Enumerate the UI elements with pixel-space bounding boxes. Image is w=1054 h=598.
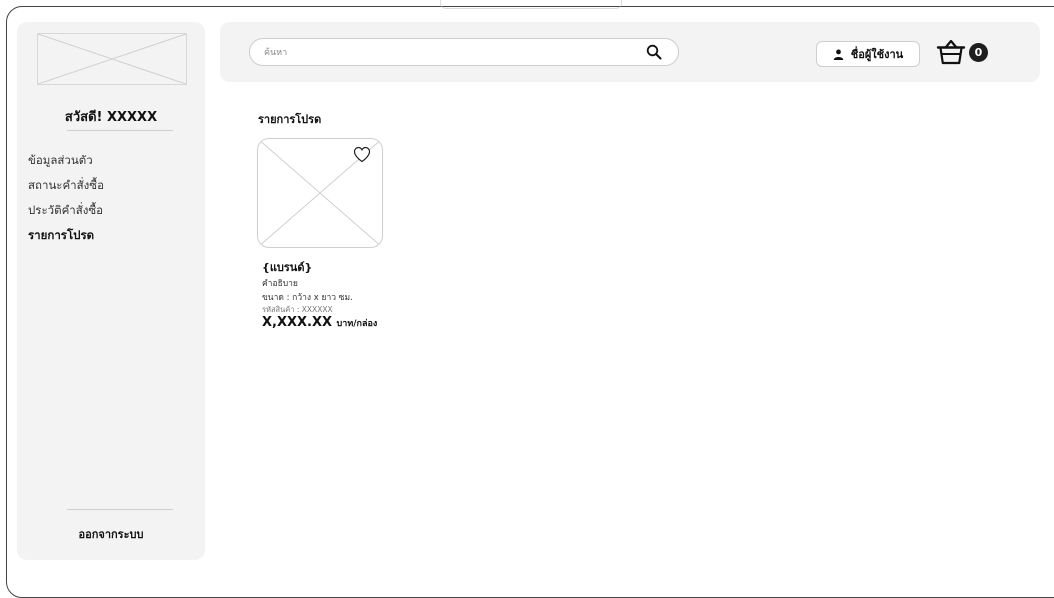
- greeting-text: สวัสดี! XXXXX: [64, 110, 158, 125]
- sidebar-item-order-status[interactable]: สถานะคำสั่งซื้อ: [28, 177, 104, 202]
- top-header: ชื่อผู้ใช้งาน 0: [220, 22, 1040, 82]
- search-bar: [249, 38, 679, 67]
- heart-icon[interactable]: [353, 146, 371, 163]
- sidebar-bottom-divider: [67, 509, 173, 510]
- sidebar-divider: [67, 130, 173, 131]
- logout-button[interactable]: ออกจากระบบ: [17, 525, 205, 543]
- basket-icon[interactable]: [936, 38, 966, 66]
- product-brand[interactable]: {แบรนด์}: [262, 258, 312, 276]
- product-size: ขนาด : กว้าง x ยาว ซม.: [262, 293, 353, 303]
- search-icon[interactable]: [646, 44, 662, 60]
- price-unit: บาท/กล่อง: [336, 319, 378, 329]
- user-name-label: ชื่อผู้ใช้งาน: [850, 48, 904, 61]
- top-decoration: [440, 0, 622, 9]
- sidebar-menu: ข้อมูลส่วนตัว สถานะคำสั่งซื้อ ประวัติคำส…: [28, 152, 104, 252]
- sidebar-item-order-history[interactable]: ประวัติคำสั่งซื้อ: [28, 202, 104, 227]
- sidebar-item-favorites[interactable]: รายการโปรด: [28, 227, 104, 252]
- sidebar-item-profile[interactable]: ข้อมูลส่วนตัว: [28, 152, 104, 177]
- search-input[interactable]: [262, 39, 626, 67]
- page-title: รายการโปรด: [258, 113, 322, 126]
- product-description: คำอธิบาย: [262, 279, 298, 289]
- product-price: X,XXX.XX บาท/กล่อง: [262, 315, 377, 330]
- user-icon: [833, 49, 844, 60]
- price-value: X,XXX.XX: [262, 315, 333, 330]
- user-account-button[interactable]: ชื่อผู้ใช้งาน: [816, 41, 920, 67]
- logo-placeholder: [37, 33, 187, 85]
- sidebar: สวัสดี! XXXXX ข้อมูลส่วนตัว สถานะคำสั่งซ…: [17, 22, 205, 560]
- cart-count-badge: 0: [969, 43, 988, 62]
